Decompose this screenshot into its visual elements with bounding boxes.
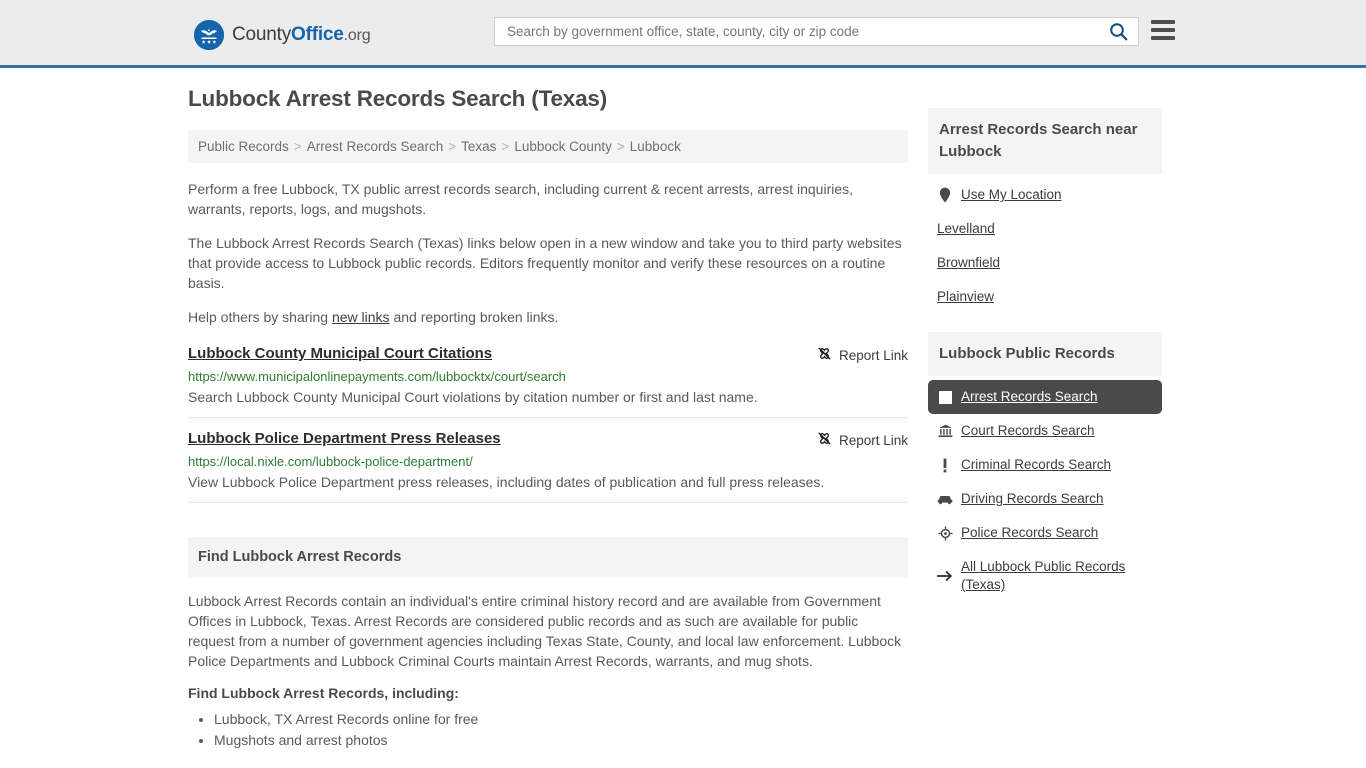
breadcrumb: Public Records > Arrest Records Search > Tex… [188,130,908,163]
search-icon [1109,29,1128,44]
result-header: Lubbock County Municipal Court Citations… [188,345,908,364]
sidebar-item-criminal-records-search[interactable]: Criminal Records Search [928,448,1162,482]
main-column: Lubbock Arrest Records Search (Texas) Pu… [188,86,908,751]
eagle-seal-icon [194,20,224,50]
sidebar-near-list: Use My Location Levelland Brownfield Pla… [928,174,1162,314]
hamburger-bar-1 [1151,20,1175,24]
brand-part-org: .org [344,27,371,44]
sidebar-item-label[interactable]: Court Records Search [961,422,1095,440]
list-item: Mugshots and arrest photos [214,730,908,751]
sidebar-item-label[interactable]: Arrest Records Search [961,388,1098,406]
exclamation-icon [937,457,953,473]
breadcrumb-item-0[interactable]: Public Records [198,139,289,154]
sidebar-item-arrest-records-search[interactable]: Arrest Records Search [928,380,1162,414]
sidebar-card-records: Lubbock Public Records Arrest Records Se… [928,332,1162,602]
sidebar-item-use-my-location[interactable]: Use My Location [928,178,1162,212]
intro-paragraph-1: Perform a free Lubbock, TX public arrest… [188,179,908,219]
help-text-before: Help others by sharing [188,309,332,325]
sidebar-card-near-heading: Arrest Records Search near Lubbock [928,108,1162,174]
breadcrumb-item-4[interactable]: Lubbock [630,139,681,154]
sidebar-item-label[interactable]: All Lubbock Public Records (Texas) [961,558,1153,594]
page-body: Lubbock Arrest Records Search (Texas) Pu… [0,68,1366,751]
sidebar-item-label[interactable]: Plainview [937,288,994,306]
sidebar-item-label[interactable]: Levelland [937,220,995,238]
report-link-button[interactable]: Report Link [817,430,908,449]
content-container: Lubbock Arrest Records Search (Texas) Pu… [188,68,1178,751]
search-bar[interactable] [494,17,1139,46]
site-header: CountyOffice.org [0,0,1366,68]
car-icon [937,491,953,507]
result-url[interactable]: https://www.municipalonlinepayments.com/… [188,369,908,384]
sidebar-item-plainview[interactable]: Plainview [928,280,1162,314]
hamburger-bar-2 [1151,28,1175,32]
brand-part-county: County [232,24,291,45]
courthouse-icon [937,423,953,439]
arrow-right-icon [937,568,953,584]
section-heading: Find Lubbock Arrest Records [188,537,908,577]
sidebar-item-levelland[interactable]: Levelland [928,212,1162,246]
intro-paragraph-2: The Lubbock Arrest Records Search (Texas… [188,233,908,293]
result-title-link[interactable]: Lubbock Police Department Press Releases [188,430,501,447]
sidebar-item-all-public-records[interactable]: All Lubbock Public Records (Texas) [928,550,1162,602]
site-logo[interactable]: CountyOffice.org [194,20,370,50]
breadcrumb-item-3[interactable]: Lubbock County [514,139,612,154]
white-square-glyph [939,391,952,404]
report-link-label: Report Link [839,433,908,448]
broken-chain-icon [817,431,832,449]
page-title: Lubbock Arrest Records Search (Texas) [188,86,908,112]
results-list: Lubbock County Municipal Court Citations… [188,345,908,503]
breadcrumb-item-1[interactable]: Arrest Records Search [307,139,444,154]
result-description: View Lubbock Police Department press rel… [188,472,908,492]
white-square-icon [937,389,953,405]
sidebar-item-driving-records-search[interactable]: Driving Records Search [928,482,1162,516]
brand-wordmark: CountyOffice.org [232,24,370,46]
result-title-link[interactable]: Lubbock County Municipal Court Citations [188,345,492,362]
sidebar-item-label[interactable]: Driving Records Search [961,490,1104,508]
hamburger-menu-icon[interactable] [1151,20,1175,40]
section-bullet-list: Lubbock, TX Arrest Records online for fr… [188,709,908,751]
section-body: Lubbock Arrest Records contain an indivi… [188,577,908,751]
police-badge-icon [937,525,953,541]
search-input[interactable] [505,18,1103,45]
sidebar-item-police-records-search[interactable]: Police Records Search [928,516,1162,550]
section-paragraph: Lubbock Arrest Records contain an indivi… [188,591,908,671]
breadcrumb-item-2[interactable]: Texas [461,139,496,154]
result-header: Lubbock Police Department Press Releases… [188,430,908,449]
breadcrumb-separator: > [294,139,302,154]
result-description: Search Lubbock County Municipal Court vi… [188,387,908,407]
hamburger-bar-3 [1151,36,1175,40]
report-link-label: Report Link [839,348,908,363]
breadcrumb-separator: > [617,139,625,154]
sidebar: Arrest Records Search near Lubbock Use M… [928,86,1162,620]
section-sub-heading: Find Lubbock Arrest Records, including: [188,685,908,701]
help-paragraph: Help others by sharing new links and rep… [188,307,908,327]
list-item: Lubbock, TX Arrest Records online for fr… [214,709,908,730]
sidebar-card-near: Arrest Records Search near Lubbock Use M… [928,108,1162,314]
sidebar-item-label[interactable]: Brownfield [937,254,1000,272]
map-pin-icon [937,187,953,203]
sidebar-item-court-records-search[interactable]: Court Records Search [928,414,1162,448]
sidebar-item-brownfield[interactable]: Brownfield [928,246,1162,280]
result-url[interactable]: https://local.nixle.com/lubbock-police-d… [188,454,908,469]
sidebar-item-label[interactable]: Criminal Records Search [961,456,1111,474]
breadcrumb-separator: > [501,139,509,154]
sidebar-item-label[interactable]: Police Records Search [961,524,1098,542]
sidebar-card-records-heading: Lubbock Public Records [928,332,1162,376]
sidebar-item-label[interactable]: Use My Location [961,186,1062,204]
broken-chain-icon [817,346,832,364]
table-row: Lubbock County Municipal Court Citations… [188,345,908,418]
sidebar-records-list: Arrest Records Search [928,376,1162,602]
search-button[interactable] [1109,22,1128,41]
brand-part-office: Office [291,24,344,45]
report-link-button[interactable]: Report Link [817,345,908,364]
help-text-after: and reporting broken links. [390,309,559,325]
breadcrumb-separator: > [448,139,456,154]
table-row: Lubbock Police Department Press Releases… [188,430,908,503]
new-links-link[interactable]: new links [332,309,390,325]
